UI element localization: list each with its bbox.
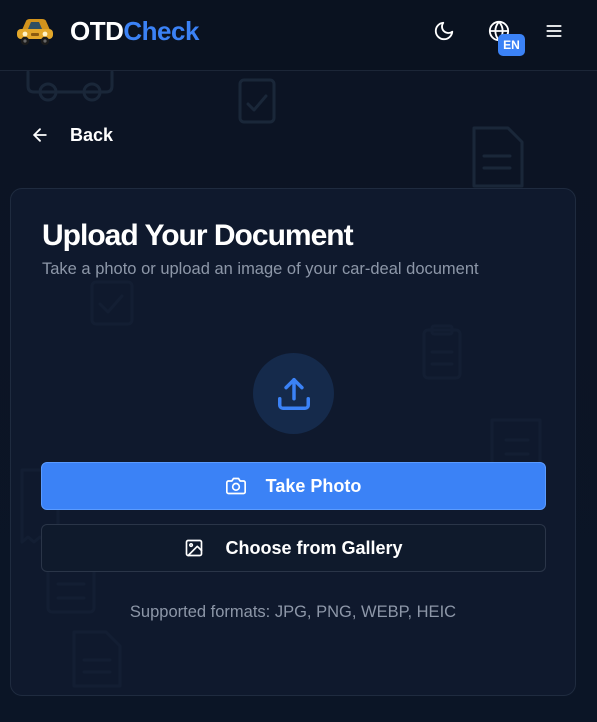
page: OTDCheck EN Back Upload Your Document Ta <box>0 0 597 722</box>
take-photo-label: Take Photo <box>265 475 362 496</box>
menu-icon <box>546 25 562 37</box>
back-button[interactable]: Back <box>30 121 113 149</box>
menu-button[interactable] <box>541 18 567 44</box>
brand-part-check: Check <box>123 16 199 46</box>
car-logo-icon[interactable] <box>14 14 56 46</box>
theme-toggle-button[interactable] <box>431 18 457 44</box>
brand-part-otd: OTD <box>70 16 124 46</box>
upload-icon-badge <box>253 353 334 434</box>
moon-icon <box>434 21 454 41</box>
choose-gallery-label: Choose from Gallery <box>225 537 403 558</box>
page-subtitle: Take a photo or upload an image of your … <box>42 260 479 278</box>
image-icon <box>186 539 203 557</box>
brand-logo-text[interactable]: OTDCheck <box>70 16 199 46</box>
upload-icon <box>277 377 310 410</box>
top-bar: OTDCheck EN <box>0 0 597 71</box>
take-photo-button[interactable]: Take Photo <box>41 462 546 510</box>
arrow-left-icon <box>33 128 47 142</box>
language-badge[interactable]: EN <box>498 34 525 56</box>
back-label: Back <box>70 124 114 145</box>
choose-gallery-button[interactable]: Choose from Gallery <box>41 524 546 572</box>
upload-card: Upload Your Document Take a photo or upl… <box>10 188 576 696</box>
camera-icon <box>225 477 246 495</box>
page-title: Upload Your Document <box>42 219 354 252</box>
supported-formats-text: Supported formats: JPG, PNG, WEBP, HEIC <box>129 603 457 621</box>
